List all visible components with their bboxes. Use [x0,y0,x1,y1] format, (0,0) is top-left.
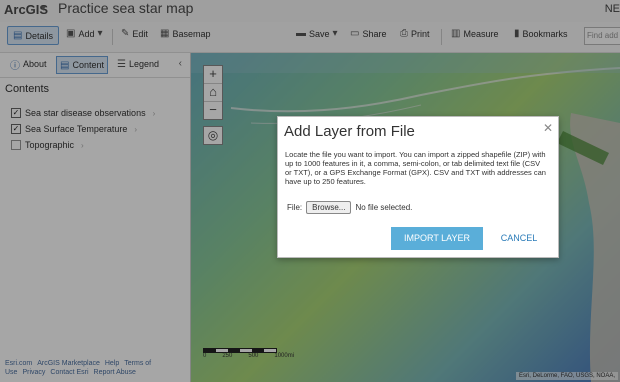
cancel-button[interactable]: CANCEL [494,227,544,250]
dialog-description: Locate the file you want to import. You … [285,150,546,186]
file-row: File: Browse... No file selected. [287,201,412,214]
import-layer-button[interactable]: IMPORT LAYER [391,227,483,250]
close-icon[interactable]: ✕ [543,121,553,135]
browse-button[interactable]: Browse... [306,201,352,214]
dialog-title: Add Layer from File [284,123,415,140]
file-label: File: [287,203,303,212]
file-status: No file selected. [355,203,413,212]
add-layer-dialog: Add Layer from File ✕ Locate the file yo… [277,116,559,258]
